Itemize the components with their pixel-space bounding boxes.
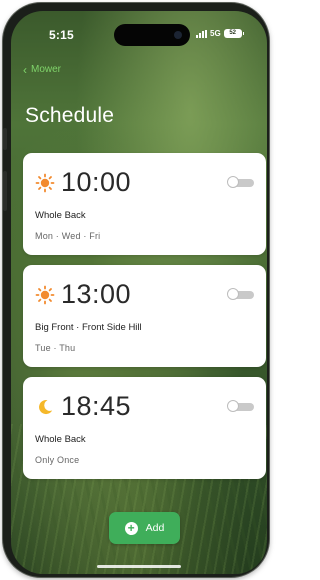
sun-icon [35, 173, 55, 193]
plus-icon: + [124, 521, 138, 535]
app-screen: 5:15 5G 52 ‹ Mower Schedule 10:00 Whole … [11, 11, 267, 574]
schedule-days: Only Once [35, 455, 80, 465]
schedule-zone: Big Front · Front Side Hill [35, 322, 142, 333]
network-label: 5G [210, 29, 221, 38]
schedule-time-row: 18:45 [35, 391, 131, 422]
battery-icon: 52 [223, 29, 244, 38]
schedule-card[interactable]: 18:45 Whole Back Only Once [23, 377, 266, 479]
schedule-time-row: 10:00 [35, 167, 131, 198]
schedule-days: Mon · Wed · Fri [35, 231, 101, 241]
moon-icon [35, 397, 55, 417]
schedule-toggle[interactable] [227, 288, 254, 300]
back-button[interactable]: ‹ Mower [23, 62, 62, 77]
schedule-toggle[interactable] [227, 400, 254, 412]
toggle-knob [227, 400, 239, 412]
schedule-toggle[interactable] [227, 176, 254, 188]
signal-icon [196, 29, 207, 38]
toggle-knob [227, 288, 239, 300]
toggle-knob [227, 176, 239, 188]
schedule-zone: Whole Back [35, 210, 86, 221]
schedule-time: 18:45 [61, 391, 132, 421]
status-bar: 5:15 5G 52 [11, 11, 267, 51]
side-button [3, 171, 7, 211]
schedule-zone: Whole Back [35, 434, 86, 445]
status-indicators: 5G 52 [196, 29, 244, 38]
back-label: Mower [31, 64, 62, 75]
dynamic-island [114, 24, 190, 46]
phone-frame: 5:15 5G 52 ‹ Mower Schedule 10:00 Whole … [3, 3, 269, 577]
add-schedule-button[interactable]: + Add [109, 512, 180, 544]
schedule-time: 13:00 [61, 279, 132, 309]
sun-icon [35, 285, 55, 305]
side-button [3, 128, 7, 150]
schedule-days: Tue · Thu [35, 343, 76, 353]
home-indicator[interactable] [97, 565, 181, 568]
camera-icon [174, 31, 182, 39]
chevron-left-icon: ‹ [23, 62, 27, 77]
schedule-time: 10:00 [61, 167, 132, 197]
schedule-card[interactable]: 13:00 Big Front · Front Side Hill Tue · … [23, 265, 266, 367]
schedule-time-row: 13:00 [35, 279, 131, 310]
add-label: Add [145, 522, 165, 534]
page-title: Schedule [25, 104, 115, 127]
status-time: 5:15 [49, 28, 74, 42]
schedule-card[interactable]: 10:00 Whole Back Mon · Wed · Fri [23, 153, 266, 255]
